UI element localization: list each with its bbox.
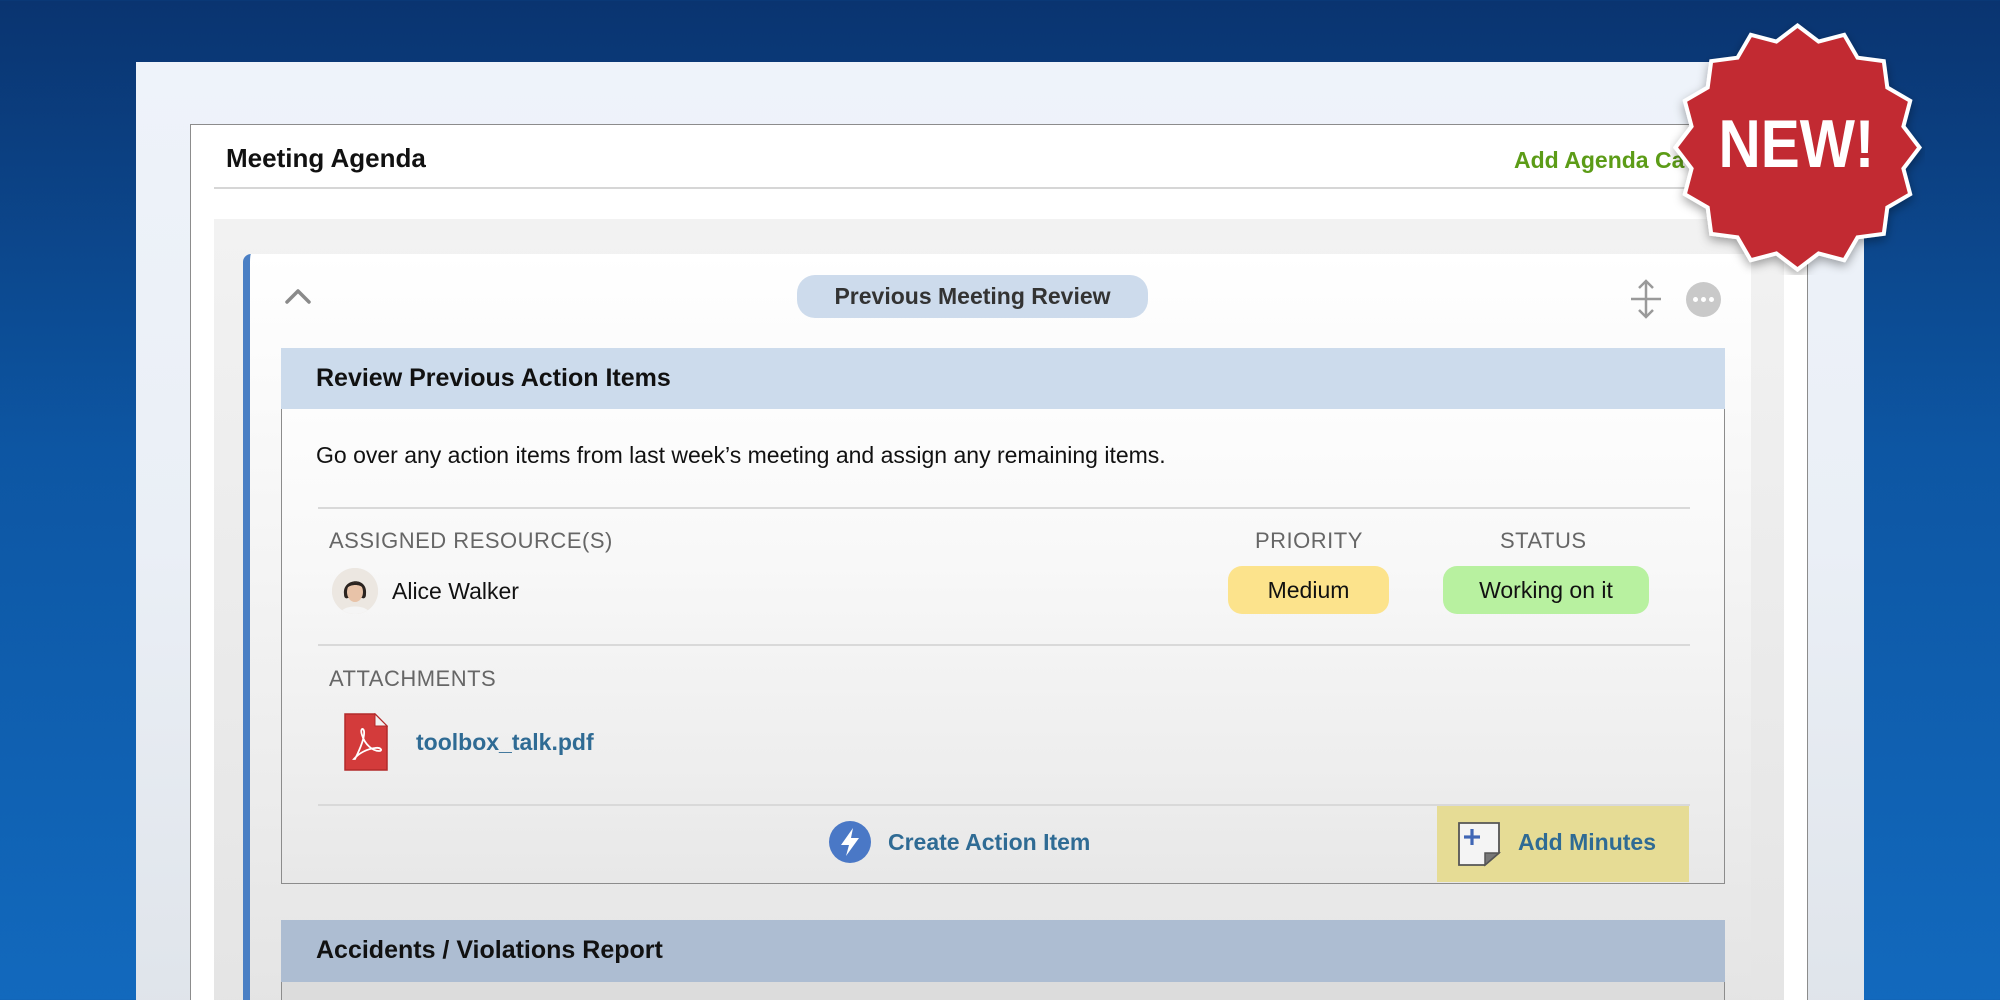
add-note-icon <box>1458 822 1501 867</box>
lightning-bolt-icon <box>829 821 871 863</box>
agenda-item <box>281 982 1725 1000</box>
divider <box>318 507 1690 509</box>
divider <box>318 644 1690 646</box>
agenda-item-header[interactable]: Accidents / Violations Report <box>281 920 1725 982</box>
status-label: STATUS <box>1500 528 1587 553</box>
add-minutes-button[interactable]: Add Minutes <box>1437 806 1689 882</box>
category-title: Previous Meeting Review <box>797 275 1148 318</box>
create-action-item-label: Create Action Item <box>888 829 1091 855</box>
attachment-link[interactable]: toolbox_talk.pdf <box>416 729 594 756</box>
attachments-label: ATTACHMENTS <box>329 666 497 691</box>
move-icon[interactable] <box>1628 279 1664 319</box>
assigned-resource-name[interactable]: Alice Walker <box>392 578 519 605</box>
more-icon[interactable] <box>1686 282 1721 317</box>
avatar-image <box>332 568 378 614</box>
agenda-item-title: Review Previous Action Items <box>316 364 671 392</box>
panel-header: Meeting Agenda Add Agenda Ca <box>214 125 1784 189</box>
priority-label: PRIORITY <box>1255 528 1363 553</box>
pdf-icon <box>344 713 388 771</box>
agenda-item-title: Accidents / Violations Report <box>316 936 663 964</box>
add-minutes-label: Add Minutes <box>1518 829 1656 855</box>
add-agenda-category-link[interactable]: Add Agenda Ca <box>1514 147 1684 174</box>
page-title: Meeting Agenda <box>226 143 426 173</box>
chevron-up-icon[interactable] <box>284 282 312 310</box>
assigned-resources-label: ASSIGNED RESOURCE(S) <box>329 528 613 553</box>
agenda-item-header[interactable]: Review Previous Action Items <box>281 348 1725 409</box>
agenda-item-description: Go over any action items from last week’… <box>316 442 1166 468</box>
avatar <box>332 568 378 614</box>
priority-badge[interactable]: Medium <box>1228 566 1389 614</box>
status-badge[interactable]: Working on it <box>1443 566 1649 614</box>
badge-text: NEW! <box>1718 107 1874 182</box>
new-badge: NEW! <box>1672 22 1923 273</box>
